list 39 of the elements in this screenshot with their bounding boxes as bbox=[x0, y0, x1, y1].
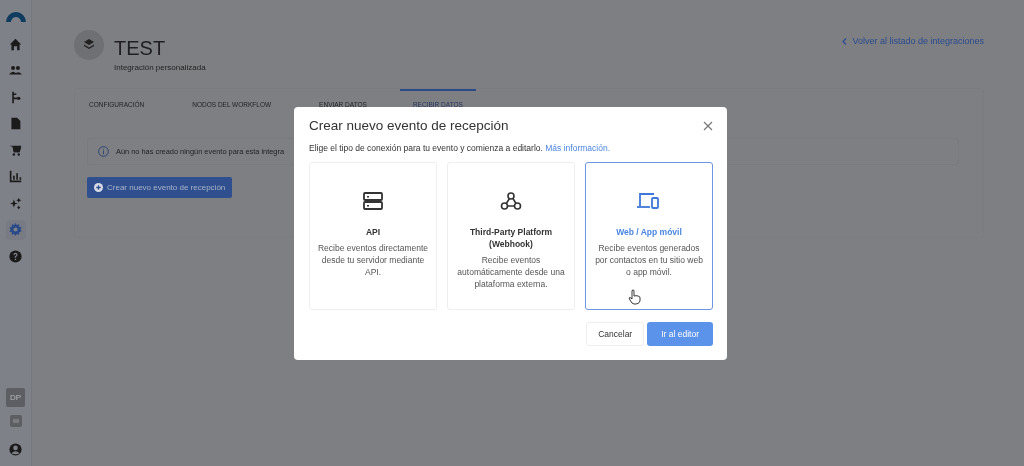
option-description: Recibe eventos directamente desde tu servidor mediante API. bbox=[316, 242, 430, 278]
integration-title: TEST bbox=[114, 36, 167, 61]
option-card[interactable]: Third-Party Platform (Webhook) Recibe eventos automáticamente desde una plataforma externa. bbox=[447, 162, 575, 310]
integration-subtitle: Integración personalizada bbox=[114, 63, 206, 72]
option-description: Recibe eventos generados por contactos en tu sitio web o app móvil. bbox=[594, 242, 704, 278]
settings-icon bbox=[9, 223, 22, 236]
sparkles-icon bbox=[9, 196, 22, 210]
logo-icon bbox=[4, 10, 27, 22]
workflow-icon bbox=[9, 90, 22, 104]
server-icon bbox=[363, 191, 383, 211]
option-title: Web / App móvil bbox=[616, 226, 682, 238]
plus-icon bbox=[94, 183, 103, 192]
user-icon[interactable] bbox=[9, 443, 22, 456]
hand-cursor-icon bbox=[628, 289, 641, 305]
account-badge[interactable]: DP bbox=[6, 388, 25, 407]
bar-chart-icon bbox=[9, 170, 22, 183]
webhook-icon bbox=[500, 191, 522, 211]
editor-button[interactable]: Ir al editor bbox=[647, 322, 713, 346]
help-icon bbox=[9, 249, 22, 263]
info-icon bbox=[98, 146, 109, 157]
dialog-title: Crear nuevo evento de recepción bbox=[309, 118, 509, 133]
option-card[interactable]: API Recibe eventos directamente desde tu servidor mediante API. bbox=[309, 162, 437, 310]
chevron-left-icon bbox=[842, 37, 848, 45]
devices-icon bbox=[636, 191, 662, 211]
document-icon bbox=[9, 117, 22, 130]
more-info-link[interactable]: Más información. bbox=[545, 143, 610, 153]
option-title: Third-Party Platform (Webhook) bbox=[468, 226, 554, 250]
option-card[interactable]: Web / App móvil Recibe eventos generados por contactos en tu sitio web o app móvil. bbox=[585, 162, 713, 310]
people-icon bbox=[9, 64, 22, 77]
cancel-button[interactable]: Cancelar bbox=[586, 322, 645, 346]
dialog-intro: Elige el tipo de conexión para tu evento y comienza a editarlo. bbox=[309, 143, 543, 153]
option-title: API bbox=[365, 226, 381, 238]
layers-icon bbox=[74, 30, 104, 60]
create-event-button[interactable]: Crear nuevo evento de recepción bbox=[87, 177, 233, 198]
option-description: Recibe eventos automáticamente desde una plataforma externa. bbox=[456, 254, 566, 290]
back-link[interactable]: Volver al listado de integraciones bbox=[842, 36, 984, 46]
cart-icon bbox=[9, 143, 22, 157]
close-icon[interactable] bbox=[703, 120, 713, 131]
home-icon bbox=[9, 37, 22, 51]
